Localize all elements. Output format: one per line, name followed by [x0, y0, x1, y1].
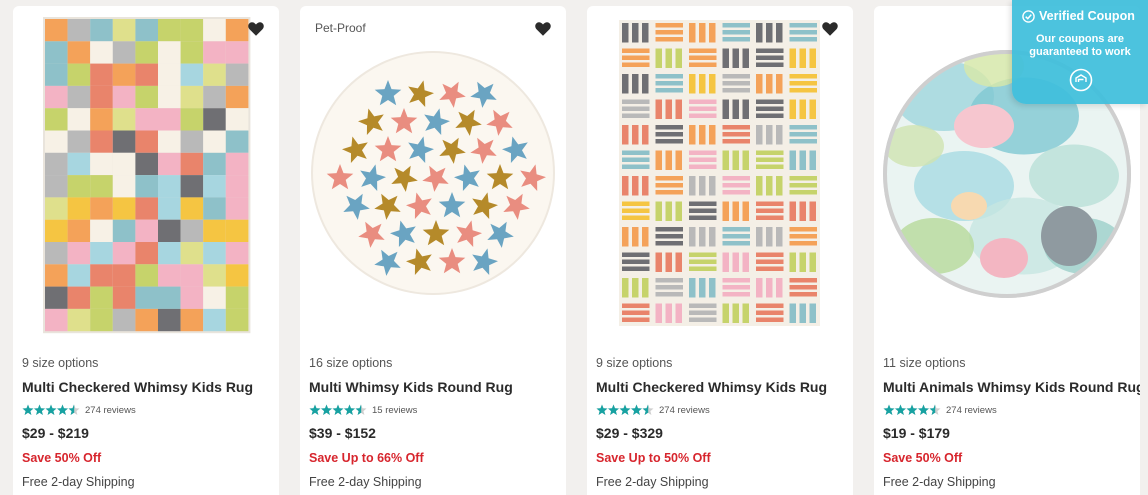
product-grid: 9 size options Multi Checkered Whimsy Ki… — [0, 0, 1148, 495]
product-badge: Pet-Proof — [315, 21, 366, 35]
size-options: 9 size options — [596, 356, 673, 370]
review-count[interactable]: 274 reviews — [946, 405, 997, 416]
star-rating-icon — [22, 404, 80, 415]
rating: 15 reviews — [309, 403, 417, 417]
review-count[interactable]: 15 reviews — [372, 405, 417, 416]
product-title[interactable]: Multi Animals Whimsy Kids Round Rug — [883, 379, 1140, 395]
shipping-info: Free 2-day Shipping — [309, 475, 422, 489]
star-rating-icon — [596, 404, 654, 415]
product-title[interactable]: Multi Whimsy Kids Round Rug — [309, 379, 513, 395]
shipping-info: Free 2-day Shipping — [596, 475, 709, 489]
size-options: 16 size options — [309, 356, 393, 370]
price-range: $29 - $219 — [22, 425, 89, 441]
coupon-message: Our coupons are guaranteed to work — [1029, 33, 1131, 58]
rating: 274 reviews — [22, 403, 136, 417]
sale-badge: Save 50% Off — [22, 451, 102, 465]
coupon-title: Verified Coupon — [1039, 9, 1135, 23]
product-title[interactable]: Multi Checkered Whimsy Kids Rug — [22, 379, 253, 395]
product-image-stars-rug[interactable] — [300, 6, 566, 346]
sale-badge: Save Up to 66% Off — [309, 451, 424, 465]
price-range: $39 - $152 — [309, 425, 376, 441]
heart-icon[interactable] — [821, 20, 839, 38]
product-title[interactable]: Multi Checkered Whimsy Kids Rug — [596, 379, 827, 395]
coupon-header: Verified Coupon — [1022, 9, 1135, 23]
rating: 274 reviews — [883, 403, 997, 417]
review-count[interactable]: 274 reviews — [85, 405, 136, 416]
heart-icon[interactable] — [247, 20, 265, 38]
star-rating-icon — [883, 404, 941, 415]
shipping-info: Free 2-day Shipping — [22, 475, 135, 489]
hand-icon[interactable] — [1069, 68, 1093, 92]
product-image-brick-rug[interactable] — [587, 6, 853, 346]
size-options: 11 size options — [883, 356, 966, 370]
verified-coupon-widget[interactable]: Verified Coupon Our coupons are guarante… — [1012, 0, 1148, 104]
check-circle-icon — [1022, 9, 1035, 23]
heart-icon[interactable] — [534, 20, 552, 38]
rating: 274 reviews — [596, 403, 710, 417]
sale-badge: Save 50% Off — [883, 451, 963, 465]
shipping-info: Free 2-day Shipping — [883, 475, 996, 489]
price-range: $29 - $329 — [596, 425, 663, 441]
sale-badge: Save Up to 50% Off — [596, 451, 711, 465]
price-range: $19 - $179 — [883, 425, 950, 441]
review-count[interactable]: 274 reviews — [659, 405, 710, 416]
product-card[interactable]: 9 size options Multi Checkered Whimsy Ki… — [587, 6, 853, 495]
product-card[interactable]: Pet-Proof 16 size options Multi Whimsy K… — [300, 6, 566, 495]
product-image-checkered-rug[interactable] — [13, 6, 279, 346]
product-card[interactable]: 9 size options Multi Checkered Whimsy Ki… — [13, 6, 279, 495]
size-options: 9 size options — [22, 356, 99, 370]
star-rating-icon — [309, 404, 367, 415]
